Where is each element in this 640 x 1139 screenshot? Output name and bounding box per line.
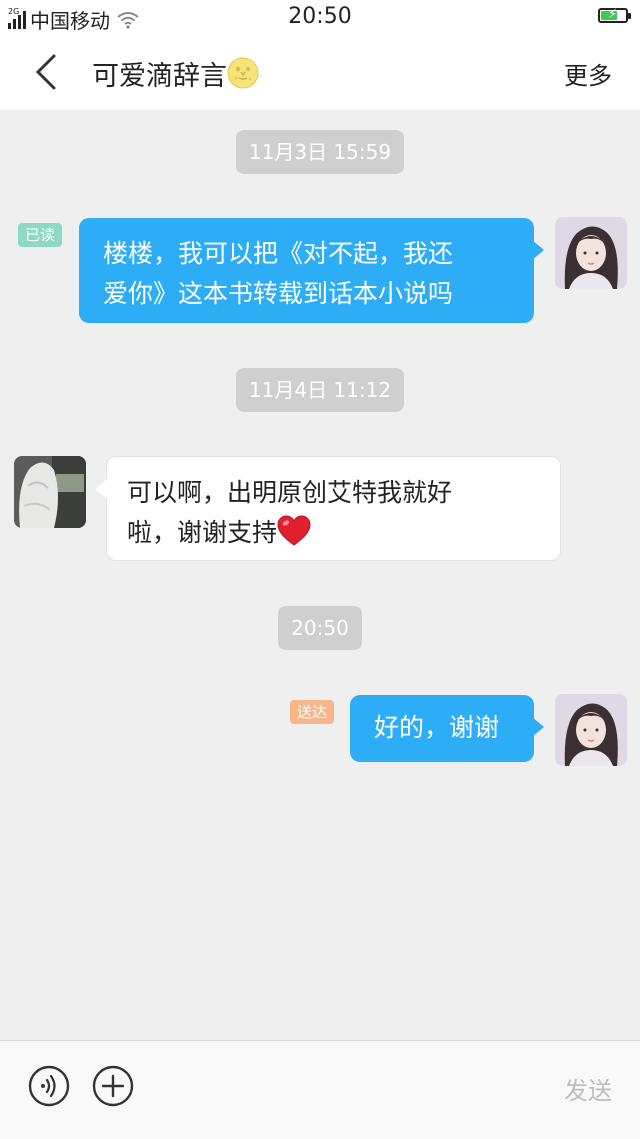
timestamp: 11月4日 11:12 (236, 368, 404, 412)
more-button[interactable]: 更多 (564, 56, 612, 91)
chat-header: 可爱滴辞言 更多 (0, 34, 640, 110)
message-text: 好的，谢谢 (374, 713, 500, 742)
avatar-image (555, 217, 627, 289)
chat-title-text: 可爱滴辞言 (92, 61, 227, 92)
message-text-line: 可以啊，出明原创艾特我就好 (127, 478, 453, 507)
message-text-line: 爱你》这本书转载到话本小说吗 (103, 279, 454, 308)
my-avatar[interactable] (555, 694, 627, 766)
status-bar: 2G 中国移动 20:50 ⚡ (0, 0, 640, 34)
timestamp: 20:50 (278, 606, 362, 650)
delivered-badge: 送达 (290, 700, 335, 724)
message-text-line-with-emoji: 啦，谢谢支持 (127, 513, 540, 553)
outgoing-message[interactable]: 好的，谢谢 (350, 695, 544, 762)
moon-emoji-icon (227, 57, 259, 89)
my-avatar[interactable] (555, 217, 627, 289)
status-time: 20:50 (288, 4, 352, 29)
contact-avatar[interactable] (14, 456, 86, 528)
read-badge: 已读 (18, 223, 63, 247)
incoming-message[interactable]: 可以啊，出明原创艾特我就好 啦，谢谢支持 (95, 456, 561, 561)
avatar-image (14, 456, 86, 528)
avatar-image (555, 694, 627, 766)
plus-icon[interactable] (92, 1065, 134, 1107)
voice-icon[interactable] (28, 1065, 70, 1107)
back-chevron-icon[interactable] (26, 52, 66, 92)
message-text-line: 啦，谢谢支持 (127, 518, 278, 547)
chat-title: 可爱滴辞言 (92, 54, 259, 93)
input-bar: 发送 (0, 1040, 640, 1139)
timestamp: 11月3日 15:59 (236, 130, 404, 174)
battery-icon: ⚡ (598, 7, 631, 23)
message-text-line: 楼楼，我可以把《对不起，我还 (103, 239, 454, 268)
send-button[interactable]: 发送 (564, 1071, 612, 1106)
outgoing-message[interactable]: 楼楼，我可以把《对不起，我还 爱你》这本书转载到话本小说吗 (79, 218, 544, 323)
heart-emoji-icon (277, 515, 311, 546)
